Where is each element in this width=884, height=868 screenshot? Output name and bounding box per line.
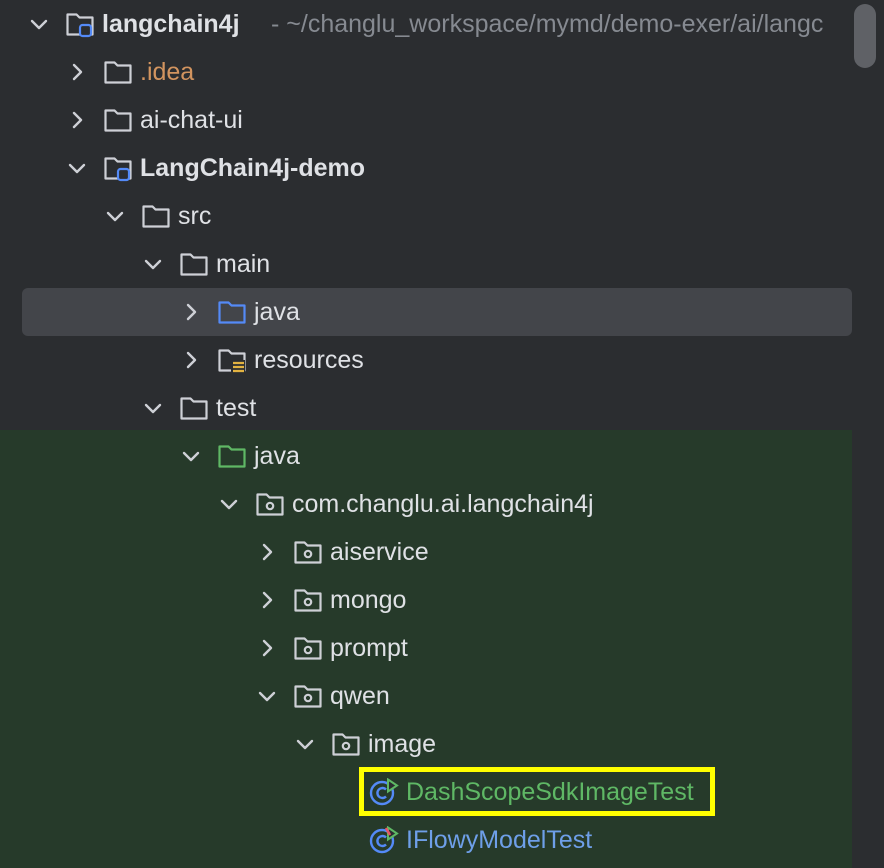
tree-row[interactable]: mongo [0, 576, 852, 624]
package-icon [293, 682, 323, 710]
folder-icon [179, 250, 209, 278]
tree-item-label: aiservice [330, 538, 429, 566]
tree-item-label: LangChain4j-demo [140, 154, 366, 182]
chevron-right-icon[interactable] [67, 62, 87, 82]
tree-row[interactable]: test [0, 384, 852, 432]
chevron-right-icon[interactable] [257, 638, 277, 658]
tree-item-label: resources [254, 346, 364, 374]
tree-row[interactable]: ai-chat-ui [0, 96, 852, 144]
tree-item-label: langchain4j [102, 10, 240, 38]
project-tree: langchain4j - ~/changlu_workspace/mymd/de… [0, 0, 852, 868]
tree-row[interactable]: IFlowyModelTest [0, 816, 852, 864]
tree-row[interactable]: .idea [0, 48, 852, 96]
folder-icon [103, 106, 133, 134]
chevron-down-icon[interactable] [295, 734, 315, 754]
tree-row[interactable]: prompt [0, 624, 852, 672]
highlight-box [359, 767, 715, 816]
tree-item-label: IFlowyModelTest [406, 826, 593, 854]
resources-folder-icon [217, 346, 247, 374]
chevron-right-icon[interactable] [181, 302, 201, 322]
folder-icon [103, 58, 133, 86]
tree-row[interactable]: java [0, 432, 852, 480]
chevron-right-icon[interactable] [181, 350, 201, 370]
tree-row[interactable]: resources [0, 336, 852, 384]
chevron-down-icon[interactable] [29, 14, 49, 34]
vertical-scrollbar[interactable] [852, 0, 884, 868]
tree-item-label: java [254, 442, 300, 470]
package-icon [293, 586, 323, 614]
tree-item-label: qwen [330, 682, 390, 710]
package-icon [331, 730, 361, 758]
tree-row[interactable]: langchain4j - ~/changlu_workspace/mymd/de… [0, 0, 852, 48]
chevron-down-icon[interactable] [67, 158, 87, 178]
chevron-down-icon[interactable] [143, 398, 163, 418]
chevron-down-icon[interactable] [219, 494, 239, 514]
tree-row[interactable]: com.changlu.ai.langchain4j [0, 480, 852, 528]
tree-item-label: ai-chat-ui [140, 106, 243, 134]
tree-item-label: test [216, 394, 257, 422]
project-path: - ~/changlu_workspace/mymd/demo-exer/ai/… [271, 10, 824, 38]
chevron-right-icon[interactable] [257, 542, 277, 562]
tree-item-label: com.changlu.ai.langchain4j [292, 490, 594, 518]
scrollbar-thumb[interactable] [854, 4, 876, 68]
package-icon [293, 634, 323, 662]
chevron-down-icon[interactable] [143, 254, 163, 274]
tree-item-label: src [178, 202, 212, 230]
tree-item-label: image [368, 730, 437, 758]
tree-item-label: java [254, 298, 300, 326]
chevron-right-icon[interactable] [67, 110, 87, 130]
package-icon [293, 538, 323, 566]
tree-item-label: prompt [330, 634, 408, 662]
module-folder-icon [103, 154, 133, 182]
test-class-error-icon [369, 826, 399, 854]
chevron-down-icon[interactable] [105, 206, 125, 226]
tree-row[interactable]: LangChain4j-demo [0, 144, 852, 192]
tree-item-label: .idea [140, 58, 195, 86]
tree-row[interactable]: aiservice [0, 528, 852, 576]
folder-icon [141, 202, 171, 230]
tree-item-label: main [216, 250, 271, 278]
source-root-folder-icon [217, 298, 247, 326]
module-folder-icon [65, 10, 95, 38]
tree-row[interactable]: java [0, 288, 852, 336]
tree-row[interactable]: src [0, 192, 852, 240]
folder-icon [179, 394, 209, 422]
chevron-down-icon[interactable] [257, 686, 277, 706]
tree-row[interactable]: qwen [0, 672, 852, 720]
tree-item-label: mongo [330, 586, 407, 614]
chevron-right-icon[interactable] [257, 590, 277, 610]
tree-row[interactable]: image [0, 720, 852, 768]
tree-row[interactable]: main [0, 240, 852, 288]
test-root-folder-icon [217, 442, 247, 470]
chevron-down-icon[interactable] [181, 446, 201, 466]
package-icon [255, 490, 285, 518]
